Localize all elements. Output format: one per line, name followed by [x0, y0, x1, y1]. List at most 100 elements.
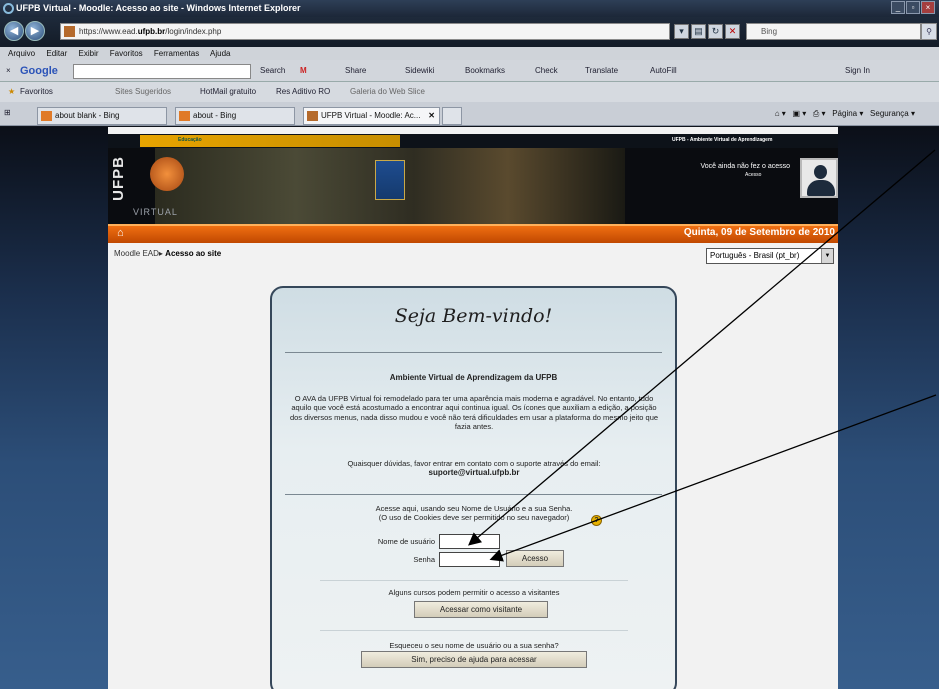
forgot-password-button[interactable]: Sim, preciso de ajuda para acessar [361, 651, 587, 668]
search-input[interactable]: Bing [746, 23, 921, 40]
intro-text: O AVA da UFPB Virtual foi remodelado par… [289, 394, 659, 432]
menu-bar: Arquivo Editar Exibir Favoritos Ferramen… [0, 47, 939, 60]
fav-res-aditivo[interactable]: Res Aditivo RO [276, 82, 330, 102]
virtual-logo: VIRTUAL [133, 207, 178, 217]
menu-favoritos[interactable]: Favoritos [110, 49, 143, 58]
window-title: UFPB Virtual - Moodle: Acesso ao site - … [16, 3, 301, 13]
breadcrumb-current: Acesso ao site [165, 249, 222, 258]
toolbar-sidewiki-button[interactable]: Sidewiki [405, 60, 434, 82]
favorites-button[interactable]: Favoritos [20, 82, 53, 102]
ie-logo-icon [3, 3, 14, 14]
toolbar-translate-button[interactable]: Translate [585, 60, 618, 82]
favorites-bar: ★ Favoritos Sites Sugeridos HotMail grat… [0, 82, 939, 102]
toolbar-check-button[interactable]: Check [535, 60, 558, 82]
close-button[interactable]: × [921, 1, 935, 14]
favorites-star-icon: ★ [8, 87, 16, 96]
window-controls: _ ▫ × [891, 1, 935, 14]
google-logo: Google [20, 65, 58, 77]
login-link[interactable]: Acesso [745, 172, 761, 178]
avatar [800, 158, 838, 198]
tab-about-bing[interactable]: about - Bing [175, 107, 295, 125]
print-icon[interactable]: ⎙ ▾ [813, 109, 826, 118]
bing-tab-icon [41, 111, 52, 121]
menu-ajuda[interactable]: Ajuda [210, 49, 230, 58]
site-favicon-icon [64, 26, 75, 37]
google-toolbar: × Google Search M Share Sidewiki Bookmar… [0, 60, 939, 82]
username-label: Nome de usuário [377, 537, 435, 546]
toolbar-share-button[interactable]: Share [345, 60, 366, 82]
page-menu[interactable]: Página [832, 109, 857, 118]
password-label: Senha [413, 555, 435, 564]
language-value: Português - Brasil (pt_br) [710, 251, 800, 260]
chevron-down-icon: ▼ [821, 249, 833, 263]
divider [285, 494, 662, 495]
home-icon[interactable]: ⌂ [117, 227, 130, 239]
help-icon[interactable]: ? [591, 515, 602, 526]
tab-label: about - Bing [193, 111, 237, 120]
google-search-input[interactable] [73, 64, 251, 79]
avatar-head-icon [814, 165, 827, 179]
tab-label: UFPB Virtual - Moodle: Ac... [321, 111, 421, 120]
forward-button[interactable]: ▶ [25, 21, 45, 41]
toolbar-bookmarks-button[interactable]: Bookmarks [465, 60, 505, 82]
login-button[interactable]: Acesso [506, 550, 564, 567]
access-instructions: Acesse aqui, usando seu Nome de Usuário … [288, 504, 660, 523]
security-menu[interactable]: Segurança [870, 109, 909, 118]
menu-arquivo[interactable]: Arquivo [8, 49, 35, 58]
language-select[interactable]: Português - Brasil (pt_br) ▼ [706, 248, 834, 264]
divider [285, 352, 662, 353]
divider [320, 630, 628, 631]
guest-message: Alguns cursos podem permitir o acesso a … [388, 588, 560, 597]
contact-text: Quaisquer dúvidas, favor entrar em conta… [288, 459, 660, 478]
url-prefix: https://www.ead. [79, 27, 138, 36]
url-dropdown-icon[interactable]: ▾ [674, 24, 689, 39]
gov-entity: Educação [178, 137, 202, 143]
maximize-button[interactable]: ▫ [906, 1, 920, 14]
tab-ufpb-moodle[interactable]: UFPB Virtual - Moodle: Ac... ✕ [303, 107, 440, 125]
site-top-label: UFPB - Ambiente Virtual de Aprendizagem [672, 137, 773, 143]
toolbar-signin-button[interactable]: Sign In [845, 60, 870, 82]
fav-hotmail[interactable]: HotMail gratuito [200, 82, 256, 102]
username-field[interactable] [439, 534, 500, 549]
ufpb-tab-icon [307, 111, 318, 121]
access-line-1: Acesse aqui, usando seu Nome de Usuário … [375, 504, 573, 513]
tab-about-blank-bing[interactable]: about blank - Bing [37, 107, 167, 125]
menu-exibir[interactable]: Exibir [79, 49, 99, 58]
stop-icon[interactable]: ✕ [725, 24, 740, 39]
feeds-icon[interactable]: ▣ ▾ [792, 109, 806, 118]
minimize-button[interactable]: _ [891, 1, 905, 14]
window-titlebar: UFPB Virtual - Moodle: Acesso ao site - … [0, 0, 939, 17]
menu-editar[interactable]: Editar [46, 49, 67, 58]
url-field[interactable]: https://www.ead.ufpb.br/login/index.php [60, 23, 670, 40]
ufpb-crest-icon [375, 160, 405, 200]
command-bar: ⌂ ▾ ▣ ▾ ⎙ ▾ Página ▾ Segurança ▾ [774, 109, 915, 118]
ufpb-logo[interactable]: UFPB [110, 156, 128, 201]
url-domain: ufpb.br [137, 27, 166, 36]
support-email[interactable]: suporte@virtual.ufpb.br [429, 468, 520, 477]
toolbar-search-button[interactable]: Search [260, 60, 285, 82]
login-status: Você ainda não fez o acesso [700, 163, 790, 170]
url-path: /login/index.php [165, 27, 222, 36]
home-page-icon[interactable]: ⌂ ▾ [775, 109, 786, 118]
env-title: Ambiente Virtual de Aprendizagem da UFPB [389, 373, 558, 382]
new-tab-button[interactable] [442, 107, 462, 125]
password-field[interactable] [439, 552, 500, 567]
quick-tabs-icon[interactable]: ⊞ [4, 108, 11, 117]
login-panel [270, 286, 677, 689]
refresh-icon[interactable]: ↻ [708, 24, 723, 39]
toolbar-autofill-button[interactable]: AutoFill [650, 60, 677, 82]
tab-label: about blank - Bing [55, 111, 120, 120]
back-button[interactable]: ◀ [4, 21, 24, 41]
menu-ferramentas[interactable]: Ferramentas [154, 49, 199, 58]
guest-login-button[interactable]: Acessar como visitante [414, 601, 548, 618]
search-icon[interactable]: ⚲ [921, 23, 937, 40]
tab-close-icon[interactable]: ✕ [428, 108, 435, 124]
divider [320, 580, 628, 581]
toolbar-close-icon[interactable]: × [6, 60, 11, 82]
fav-web-slice[interactable]: Galeria do Web Slice [350, 82, 425, 102]
breadcrumb-root[interactable]: Moodle EAD [114, 249, 159, 258]
gmail-icon[interactable]: M [300, 60, 307, 82]
compatibility-icon[interactable]: ▤ [691, 24, 706, 39]
fav-sites-sugeridos[interactable]: Sites Sugeridos [115, 82, 171, 102]
tab-bar: ⊞ about blank - Bing about - Bing UFPB V… [0, 102, 939, 126]
